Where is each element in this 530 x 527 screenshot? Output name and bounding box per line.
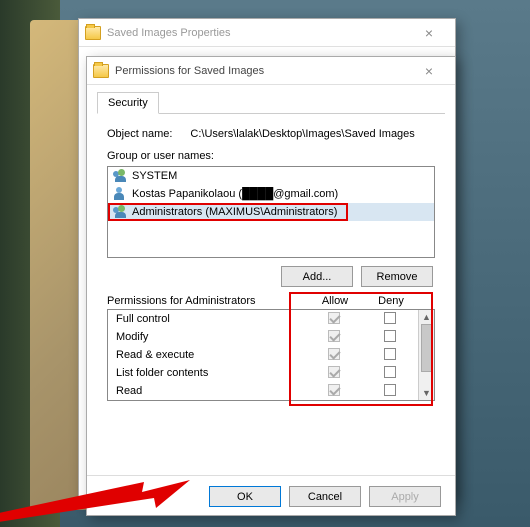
permissions-grid: Permissions for Administrators Allow Den… [107, 295, 435, 401]
group-icon [112, 168, 128, 184]
close-icon[interactable]: × [409, 25, 449, 41]
scroll-thumb[interactable] [421, 324, 432, 372]
folder-icon [93, 64, 109, 78]
allow-header: Allow [307, 295, 363, 307]
cancel-button[interactable]: Cancel [289, 486, 361, 507]
tab-security[interactable]: Security [97, 92, 159, 114]
security-panel: Object name: C:\Users\lalak\Desktop\Imag… [97, 114, 445, 407]
deny-checkbox[interactable] [384, 330, 396, 342]
remove-button[interactable]: Remove [361, 266, 433, 287]
permission-name: List folder contents [108, 367, 306, 379]
tab-strip: Security [97, 91, 445, 114]
permissions-title: Permissions for Saved Images [115, 65, 409, 77]
close-icon[interactable]: × [409, 63, 449, 79]
apply-button[interactable]: Apply [369, 486, 441, 507]
permissions-window: Permissions for Saved Images × Security … [86, 56, 456, 516]
add-remove-row: Add... Remove [109, 266, 433, 287]
permission-name: Read & execute [108, 349, 306, 361]
allow-checkbox[interactable] [328, 384, 340, 396]
permission-row: Full control [108, 310, 418, 328]
object-name-row: Object name: C:\Users\lalak\Desktop\Imag… [107, 128, 435, 140]
list-item[interactable]: Administrators (MAXIMUS\Administrators) [108, 203, 434, 221]
list-item-label: Administrators (MAXIMUS\Administrators) [132, 206, 337, 218]
allow-checkbox[interactable] [328, 348, 340, 360]
scroll-up-icon[interactable]: ▲ [419, 310, 434, 324]
object-name-value: C:\Users\lalak\Desktop\Images\Saved Imag… [190, 128, 414, 140]
dialog-button-row: OK Cancel Apply [87, 475, 455, 507]
group-user-listbox[interactable]: SYSTEM Kostas Papanikolaou (████@gmail.co… [107, 166, 435, 258]
add-button[interactable]: Add... [281, 266, 353, 287]
properties-title: Saved Images Properties [107, 27, 409, 39]
permission-name: Read [108, 385, 306, 397]
person-icon [112, 186, 128, 202]
permissions-for-label: Permissions for Administrators [107, 295, 307, 307]
permission-row: List folder contents [108, 364, 418, 382]
deny-checkbox[interactable] [384, 348, 396, 360]
allow-checkbox[interactable] [328, 312, 340, 324]
deny-checkbox[interactable] [384, 384, 396, 396]
permission-row: Modify [108, 328, 418, 346]
properties-titlebar: Saved Images Properties × [79, 19, 455, 47]
ok-button[interactable]: OK [209, 486, 281, 507]
list-item-label: SYSTEM [132, 170, 177, 182]
group-users-label: Group or user names: [107, 150, 435, 162]
scrollbar[interactable]: ▲ ▼ [418, 310, 434, 400]
scroll-down-icon[interactable]: ▼ [419, 386, 434, 400]
permissions-titlebar[interactable]: Permissions for Saved Images × [87, 57, 455, 85]
permission-row: Read [108, 382, 418, 400]
permissions-list: Full control Modify Read & execute List fol… [108, 310, 418, 400]
list-item[interactable]: SYSTEM [108, 167, 434, 185]
group-icon [112, 204, 128, 220]
folder-icon [85, 26, 101, 40]
object-name-label: Object name: [107, 128, 172, 140]
list-item[interactable]: Kostas Papanikolaou (████@gmail.com) [108, 185, 434, 203]
permissions-listbox: Full control Modify Read & execute List fol… [107, 309, 435, 401]
permission-row: Read & execute [108, 346, 418, 364]
deny-header: Deny [363, 295, 419, 307]
deny-checkbox[interactable] [384, 312, 396, 324]
list-item-label: Kostas Papanikolaou (████@gmail.com) [132, 188, 338, 200]
deny-checkbox[interactable] [384, 366, 396, 378]
permission-name: Full control [108, 313, 306, 325]
permissions-header: Permissions for Administrators Allow Den… [107, 295, 435, 307]
allow-checkbox[interactable] [328, 366, 340, 378]
permission-name: Modify [108, 331, 306, 343]
allow-checkbox[interactable] [328, 330, 340, 342]
